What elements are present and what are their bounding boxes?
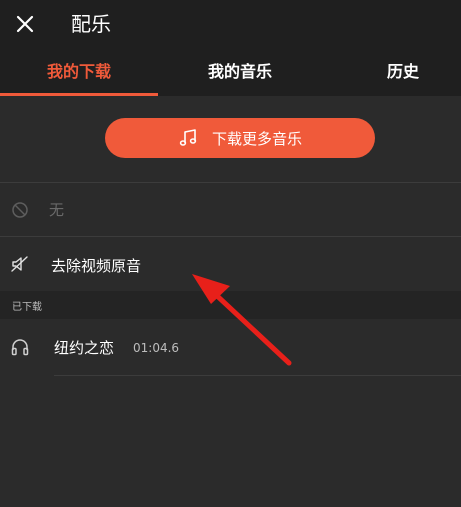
tab-bar: 我的下载 我的音乐 历史 [0,48,461,96]
tab-my-downloads[interactable]: 我的下载 [0,48,158,96]
close-button[interactable] [10,9,40,39]
tab-my-music[interactable]: 我的音乐 [166,48,314,96]
downloaded-section-header: 已下载 [0,291,461,319]
tab-history[interactable]: 历史 [360,48,446,96]
active-tab-indicator [0,93,158,96]
download-more-music-button[interactable]: 下载更多音乐 [105,118,375,158]
mute-speaker-icon [10,254,30,274]
page-title: 配乐 [71,12,111,36]
music-picker-screen: 配乐 我的下载 我的音乐 历史 下载更多音乐 无 去除视频原音 已下载 纽约之恋… [0,0,461,507]
downloaded-section-title: 已下载 [12,302,42,313]
track-item[interactable]: 纽约之恋 01:04.6 [0,319,461,375]
headphones-icon [10,337,30,357]
track-duration: 01:04.6 [133,341,180,355]
download-more-label: 下载更多音乐 [211,129,302,148]
close-icon [16,15,34,33]
option-none[interactable]: 无 [0,183,461,236]
divider [54,375,461,376]
option-remove-original-sound[interactable]: 去除视频原音 [0,237,461,291]
music-note-icon [178,128,198,148]
option-none-label: 无 [49,201,65,219]
option-remove-original-sound-label: 去除视频原音 [51,257,142,275]
track-title: 纽约之恋 [54,339,115,357]
no-sign-icon [10,200,30,220]
header-bar: 配乐 [0,0,461,48]
